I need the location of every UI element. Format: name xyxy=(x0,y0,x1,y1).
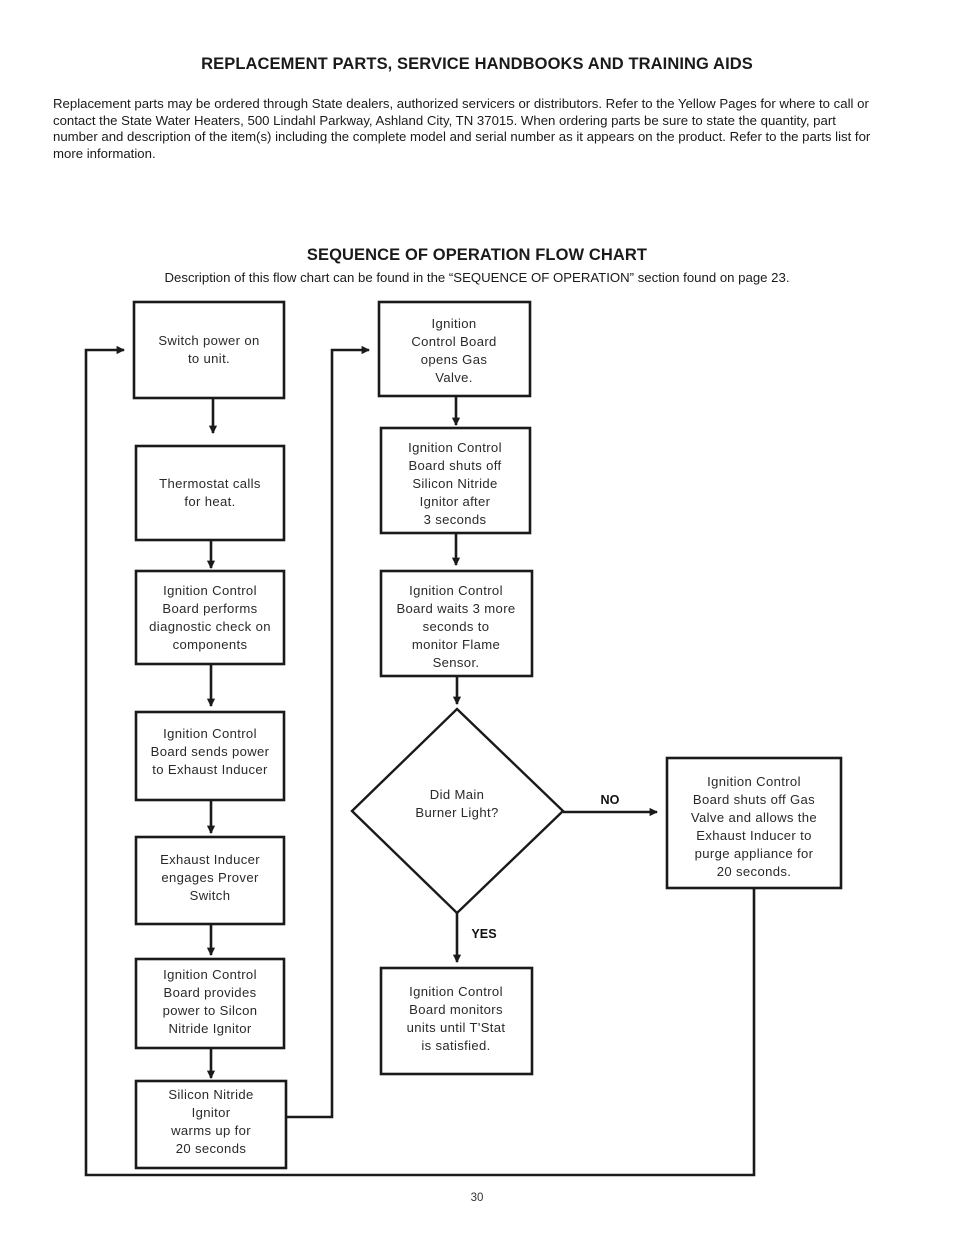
flow-node-line: Ignitor after xyxy=(420,494,491,509)
flow-node-line: Ignition Control xyxy=(163,583,257,598)
flow-node-line: Silicon Nitride xyxy=(412,476,497,491)
flow-node-line: Switch xyxy=(190,888,231,903)
flow-node-line: Ignition Control xyxy=(409,583,503,598)
flow-node-line: Burner Light? xyxy=(415,805,498,820)
page-number: 30 xyxy=(470,1192,484,1204)
flow-node-line: Board performs xyxy=(162,601,257,616)
flow-node-line: engages Prover xyxy=(161,870,259,885)
flow-node-line: seconds to xyxy=(423,619,490,634)
flow-node-line: Silicon Nitride xyxy=(168,1087,253,1102)
flow-node-line: Sensor. xyxy=(433,655,480,670)
flow-node-decision-did-main-burner-light: Did Main Burner Light? xyxy=(350,707,565,915)
flow-node-line: Nitride Ignitor xyxy=(168,1021,251,1036)
flow-node-line: is satisfied. xyxy=(421,1038,490,1053)
document-page: REPLACEMENT PARTS, SERVICE HANDBOOKS AND… xyxy=(0,0,954,1235)
edge-n7-n8 xyxy=(287,345,370,1119)
flow-node-line: Ignition xyxy=(431,316,476,331)
flow-node-line: Board waits 3 more xyxy=(396,601,515,616)
flow-node-line: Did Main xyxy=(430,787,484,802)
flow-node-line: Exhaust Inducer to xyxy=(696,828,811,843)
flow-node-opens-gas-valve: Ignition Control Board opens Gas Valve. xyxy=(377,300,532,398)
flow-node-line: Exhaust Inducer xyxy=(160,852,260,867)
flow-node-line: to unit. xyxy=(188,351,230,366)
branch-label-no: NO xyxy=(601,793,620,807)
flow-node-power-to-ignitor: Ignition Control Board provides power to… xyxy=(134,957,286,1050)
flow-node-monitors-until-tstat-satisfied: Ignition Control Board monitors units un… xyxy=(379,966,534,1076)
flow-node-line: Board monitors xyxy=(409,1002,503,1017)
flow-node-line: Board shuts off Gas xyxy=(693,792,815,807)
flow-node-line: Ignition Control xyxy=(409,984,503,999)
flow-node-thermostat-calls: Thermostat calls for heat. xyxy=(134,444,286,542)
flow-node-line: for heat. xyxy=(184,494,235,509)
flow-node-ignitor-warms-up: Silicon Nitride Ignitor warms up for 20 … xyxy=(134,1079,288,1170)
flow-node-line: Control Board xyxy=(411,334,496,349)
flow-node-line: Ignitor xyxy=(192,1105,231,1120)
flow-node-shuts-off-ignitor: Ignition Control Board shuts off Silicon… xyxy=(379,426,532,535)
flow-node-line: Ignition Control xyxy=(408,440,502,455)
flow-node-line: 20 seconds xyxy=(176,1141,247,1156)
branch-label-yes: YES xyxy=(471,927,496,941)
flow-node-line: to Exhaust Inducer xyxy=(152,762,268,777)
flow-node-line: Ignition Control xyxy=(163,726,257,741)
flow-node-line: components xyxy=(173,637,248,652)
flow-node-line: Valve and allows the xyxy=(691,810,817,825)
flow-node-line: Thermostat calls xyxy=(159,476,261,491)
flow-node-line: 20 seconds. xyxy=(717,864,791,879)
flow-node-diagnostic-check: Ignition Control Board performs diagnost… xyxy=(134,569,286,666)
flow-node-line: Board provides xyxy=(164,985,257,1000)
flow-node-line: Ignition Control xyxy=(163,967,257,982)
flow-node-line: opens Gas xyxy=(421,352,488,367)
sequence-of-operation-flow-chart: Switch power on to unit. Thermostat call… xyxy=(0,0,954,1235)
flow-node-line: Board sends power xyxy=(151,744,270,759)
flow-node-line: monitor Flame xyxy=(412,637,500,652)
flow-node-line: units until T'Stat xyxy=(407,1020,506,1035)
flow-node-monitor-flame-sensor: Ignition Control Board waits 3 more seco… xyxy=(379,569,534,678)
flow-node-line: Ignition Control xyxy=(707,774,801,789)
flow-node-switch-power-on: Switch power on to unit. xyxy=(132,300,286,400)
flow-node-line: purge appliance for xyxy=(695,846,814,861)
flow-node-line: warms up for xyxy=(170,1123,251,1138)
flow-node-line: Valve. xyxy=(435,370,473,385)
flow-node-line: Switch power on xyxy=(158,333,259,348)
flow-node-line: power to Silcon xyxy=(163,1003,258,1018)
flow-node-sends-power-exhaust-inducer: Ignition Control Board sends power to Ex… xyxy=(134,710,286,802)
flow-node-line: Board shuts off xyxy=(408,458,501,473)
flow-node-purge-appliance: Ignition Control Board shuts off Gas Val… xyxy=(665,756,843,890)
flow-node-line: diagnostic check on xyxy=(149,619,271,634)
flow-node-line: 3 seconds xyxy=(424,512,487,527)
flow-node-engages-prover-switch: Exhaust Inducer engages Prover Switch xyxy=(134,835,286,926)
